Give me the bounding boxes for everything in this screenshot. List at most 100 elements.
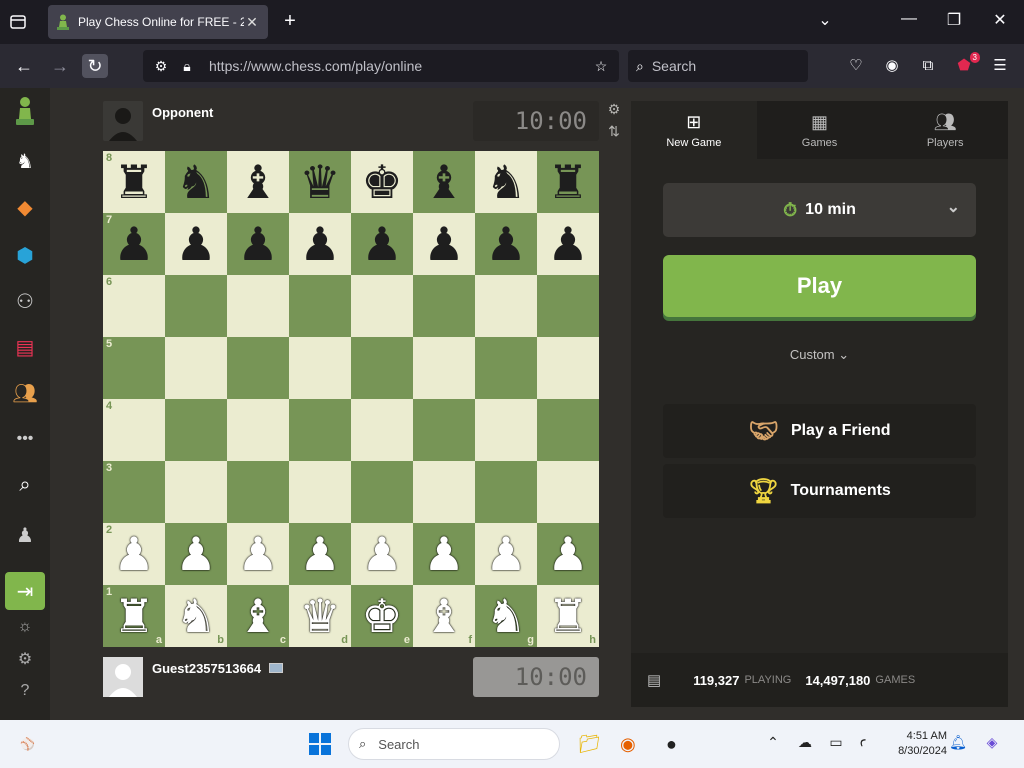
- black-pawn-icon[interactable]: ♟: [299, 221, 340, 267]
- board-square-a2[interactable]: 2 ♟: [103, 523, 165, 585]
- tab-players[interactable]: 👥︎ Players: [882, 101, 1009, 159]
- profile-nav-icon[interactable]: ♟: [10, 520, 40, 550]
- firefox-icon[interactable]: ◉: [620, 732, 636, 756]
- black-queen-icon[interactable]: ♛: [299, 159, 340, 205]
- list-all-tabs-icon[interactable]: ⌄: [815, 10, 835, 30]
- forward-button[interactable]: →: [47, 54, 73, 78]
- black-rook-icon[interactable]: ♜: [547, 159, 588, 205]
- lock-icon[interactable]: 🔒︎: [177, 58, 197, 75]
- board-square-c5[interactable]: [227, 337, 289, 399]
- theme-icon[interactable]: ☼: [10, 612, 40, 642]
- board-square-f5[interactable]: [413, 337, 475, 399]
- white-bishop-icon[interactable]: ♝: [423, 593, 464, 639]
- board-square-c2[interactable]: ♟: [227, 523, 289, 585]
- board-square-g7[interactable]: ♟: [475, 213, 537, 275]
- custom-button[interactable]: Custom ⌄: [631, 347, 1008, 363]
- taskbar-clock[interactable]: 4:51 AM 8/30/2024: [895, 729, 947, 759]
- flip-board-icon[interactable]: ⇅: [605, 123, 623, 145]
- board-square-c8[interactable]: ♝: [227, 151, 289, 213]
- black-knight-icon[interactable]: ♞: [175, 159, 216, 205]
- white-king-icon[interactable]: ♚: [361, 593, 402, 639]
- puzzles-nav-icon[interactable]: ◆: [10, 192, 40, 222]
- board-square-c4[interactable]: [227, 399, 289, 461]
- board-square-f7[interactable]: ♟: [413, 213, 475, 275]
- black-rook-icon[interactable]: ♜: [113, 159, 154, 205]
- white-pawn-icon[interactable]: ♟: [485, 531, 526, 577]
- board-square-b8[interactable]: ♞: [165, 151, 227, 213]
- browser-search-input[interactable]: ⌕ Search: [628, 50, 808, 82]
- url-text[interactable]: https://www.chess.com/play/online: [209, 58, 591, 74]
- notification-bell-icon[interactable]: 🔔︎: [948, 734, 968, 751]
- board-square-h2[interactable]: ♟: [537, 523, 599, 585]
- board-square-a3[interactable]: 3: [103, 461, 165, 523]
- tab-games[interactable]: ▦ Games: [756, 101, 883, 159]
- play-nav-icon[interactable]: ♞: [10, 146, 40, 176]
- play-friend-button[interactable]: 🤝︎ Play a Friend: [663, 404, 976, 458]
- minimize-button[interactable]: —: [899, 10, 919, 28]
- board-square-a6[interactable]: 6: [103, 275, 165, 337]
- white-pawn-icon[interactable]: ♟: [361, 531, 402, 577]
- app-menu-icon[interactable]: ☰: [990, 56, 1010, 76]
- tab-list-icon[interactable]: [8, 12, 28, 32]
- address-bar[interactable]: ⚙ 🔒︎ https://www.chess.com/play/online ☆: [143, 50, 619, 82]
- white-rook-icon[interactable]: ♜: [547, 593, 588, 639]
- network-icon[interactable]: ☁: [795, 734, 815, 751]
- white-knight-icon[interactable]: ♞: [175, 593, 216, 639]
- black-pawn-icon[interactable]: ♟: [175, 221, 216, 267]
- board-square-f1[interactable]: f ♝: [413, 585, 475, 647]
- board-square-g1[interactable]: g ♞: [475, 585, 537, 647]
- search-nav-icon[interactable]: ⌕: [10, 470, 40, 500]
- board-square-e3[interactable]: [351, 461, 413, 523]
- board-square-a1[interactable]: 1 a ♜: [103, 585, 165, 647]
- board-square-g8[interactable]: ♞: [475, 151, 537, 213]
- board-square-h6[interactable]: [537, 275, 599, 337]
- board-square-f6[interactable]: [413, 275, 475, 337]
- browser-tab-active[interactable]: Play Chess Online for FREE - 2 ✕: [48, 5, 268, 39]
- black-pawn-icon[interactable]: ♟: [361, 221, 402, 267]
- white-knight-icon[interactable]: ♞: [485, 593, 526, 639]
- tray-overflow-icon[interactable]: ⌃: [763, 734, 783, 751]
- board-square-h8[interactable]: ♜: [537, 151, 599, 213]
- board-square-g3[interactable]: [475, 461, 537, 523]
- black-pawn-icon[interactable]: ♟: [113, 221, 154, 267]
- new-tab-button[interactable]: +: [280, 10, 300, 33]
- board-square-d7[interactable]: ♟: [289, 213, 351, 275]
- tournaments-button[interactable]: 🏆︎ Tournaments: [663, 464, 976, 518]
- white-pawn-icon[interactable]: ♟: [175, 531, 216, 577]
- black-pawn-icon[interactable]: ♟: [485, 221, 526, 267]
- board-square-h7[interactable]: ♟: [537, 213, 599, 275]
- board-square-a5[interactable]: 5: [103, 337, 165, 399]
- board-square-f3[interactable]: [413, 461, 475, 523]
- display-icon[interactable]: ▭: [826, 734, 846, 751]
- more-icon[interactable]: •••: [10, 424, 40, 454]
- board-square-a8[interactable]: 8 ♜: [103, 151, 165, 213]
- news-nav-icon[interactable]: ▤: [10, 332, 40, 362]
- white-bishop-icon[interactable]: ♝: [237, 593, 278, 639]
- black-pawn-icon[interactable]: ♟: [547, 221, 588, 267]
- board-square-d8[interactable]: ♛: [289, 151, 351, 213]
- board-square-c7[interactable]: ♟: [227, 213, 289, 275]
- social-nav-icon[interactable]: 👥︎: [10, 378, 40, 408]
- white-rook-icon[interactable]: ♜: [113, 593, 154, 639]
- board-square-h4[interactable]: [537, 399, 599, 461]
- start-button[interactable]: [308, 732, 332, 756]
- white-queen-icon[interactable]: ♛: [299, 593, 340, 639]
- board-square-e8[interactable]: ♚: [351, 151, 413, 213]
- board-square-a7[interactable]: 7 ♟: [103, 213, 165, 275]
- settings-nav-icon[interactable]: ⚙: [10, 644, 40, 674]
- board-square-a4[interactable]: 4: [103, 399, 165, 461]
- board-square-d6[interactable]: [289, 275, 351, 337]
- board-square-e1[interactable]: e ♚: [351, 585, 413, 647]
- board-square-d3[interactable]: [289, 461, 351, 523]
- board-square-e5[interactable]: [351, 337, 413, 399]
- board-square-e2[interactable]: ♟: [351, 523, 413, 585]
- bookmark-star-icon[interactable]: ☆: [591, 58, 611, 75]
- board-square-g6[interactable]: [475, 275, 537, 337]
- board-square-f4[interactable]: [413, 399, 475, 461]
- chat-icon[interactable]: ▤: [647, 671, 661, 689]
- restore-button[interactable]: ❐: [944, 10, 964, 30]
- board-square-f2[interactable]: ♟: [413, 523, 475, 585]
- board-square-h3[interactable]: [537, 461, 599, 523]
- board-square-d1[interactable]: d ♛: [289, 585, 351, 647]
- white-pawn-icon[interactable]: ♟: [547, 531, 588, 577]
